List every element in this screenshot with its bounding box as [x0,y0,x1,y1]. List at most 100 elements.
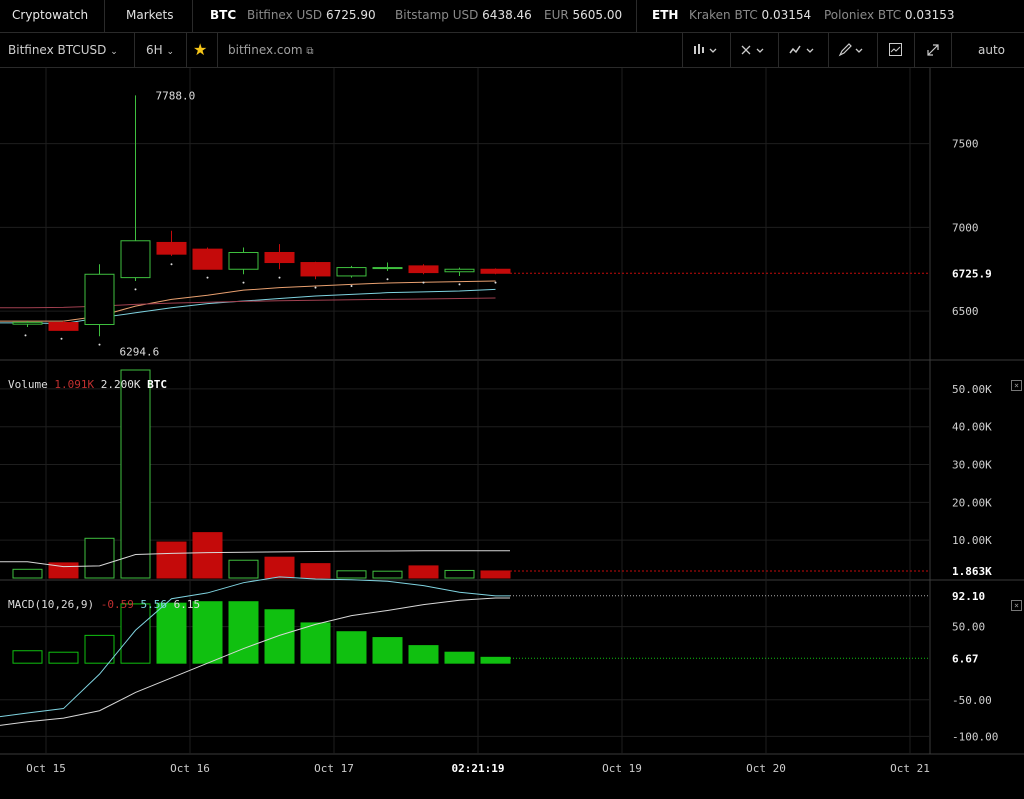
line-type-icon[interactable] [788,33,820,67]
volume-bar [264,556,295,579]
chart-grid [0,68,1024,755]
volume-bar [156,541,187,579]
market-selector[interactable]: Bitfinex BTCUSD ⌄ [8,33,118,67]
indicator-dot [458,283,461,286]
volume-tick-label: 40.00K [952,421,992,434]
candles-icon-glyph [694,44,717,54]
macd-histogram-bar [372,637,403,664]
volume-value-down: 1.091K [54,378,95,391]
pencil-icon-glyph [838,43,863,57]
candle-body [372,267,403,270]
high-label: 7788.0 [156,89,196,102]
indicator-dot [134,288,137,291]
star-icon[interactable]: ★ [193,33,207,67]
ticker-label: Poloniex BTC [824,8,902,22]
candles-icon[interactable] [692,33,722,67]
price-tick-label: 6500 [952,305,979,318]
markets-link[interactable]: Markets [126,0,174,32]
macd-histogram-bar [408,645,439,664]
volume-bar [300,563,331,579]
indicator-dot [494,281,497,284]
candle-body [120,240,151,279]
volume-title: Volume [8,378,48,391]
macd-signal-value: 6.15 [173,598,201,611]
volume-bar [336,570,367,579]
macd-histogram-bar [48,651,79,664]
period-selector[interactable]: 6H ⌄ [146,33,174,67]
pencil-icon[interactable] [838,33,868,67]
indicators-icon-glyph [741,45,764,55]
ticker-eur[interactable]: EUR 5605.00 [544,0,622,32]
expand-icon-glyph [927,44,939,56]
macd-histogram-bar [444,651,475,664]
macd-upper-label: 92.10 [952,590,985,603]
macd-last-label: 6.67 [952,652,979,665]
indicator-dot [314,286,317,289]
price-panel: 7500 7000 6500 6725.9 7788.0 6294.6 [0,89,992,359]
ticker-label: EUR [544,8,569,22]
macd-tick-label: -50.00 [952,694,992,707]
chart-area[interactable]: 7500 7000 6500 6725.9 7788.0 6294.6 50.00K 40.… [0,68,1024,799]
expand-icon[interactable] [926,33,942,67]
brand-link[interactable]: Cryptowatch [12,0,88,32]
volume-tick-label: 30.00K [952,459,992,472]
candle-body [84,273,115,326]
volume-tick-label: 10.00K [952,534,992,547]
macd-histogram-bar [12,650,43,664]
candle-body [408,265,439,274]
price-tick-label: 7500 [952,138,979,151]
ticker-value: 5605.00 [572,8,623,22]
close-icon[interactable]: × [1011,380,1022,391]
indicator-dot [350,284,353,287]
indicator-dot [386,278,389,281]
chart-toolbar: Bitfinex BTCUSD ⌄ 6H ⌄ ★ bitfinex.com ⧉ [0,33,1024,68]
exchange-link[interactable]: bitfinex.com ⧉ [228,33,314,67]
eth-label[interactable]: ETH [652,0,678,32]
macd-histogram-bar [120,603,151,664]
volume-panel: 50.00K 40.00K 30.00K 20.00K 10.00K 1.863K [0,369,992,579]
volume-bar [408,565,439,579]
candle-body [228,251,259,270]
ticker-bitfinex[interactable]: Bitfinex USD 6725.90 [247,0,376,32]
macd-histogram-bar [84,634,115,664]
indicator-dot [206,276,209,279]
cursor-time-label: 02:21:19 [452,762,505,775]
chart-box-icon[interactable] [888,33,904,67]
indicator-dot [98,343,101,346]
macd-legend: MACD(10,26,9) -0.59 5.56 6.15 [8,598,200,611]
close-icon[interactable]: × [1011,600,1022,611]
macd-histogram-bar [336,631,367,664]
volume-bar [192,532,223,579]
external-link-icon: ⧉ [306,46,314,57]
volume-tick-label: 20.00K [952,496,992,509]
btc-label[interactable]: BTC [210,0,236,32]
indicator-dot [242,281,245,284]
low-label: 6294.6 [120,346,160,359]
line-type-icon-glyph [789,45,814,54]
volume-bar [84,537,115,579]
chevron-down-icon: ⌄ [110,47,118,57]
moving-average-line [0,288,496,325]
x-tick-label: Oct 16 [170,762,210,775]
top-bar: Cryptowatch Markets BTC Bitfinex USD 672… [0,0,1024,33]
indicator-dot [60,337,63,340]
ticker-kraken[interactable]: Kraken BTC 0.03154 [689,0,811,32]
indicator-dot [422,281,425,284]
auto-scale-button[interactable]: auto [978,33,1005,67]
volume-bar [480,570,511,579]
ticker-poloniex[interactable]: Poloniex BTC 0.03153 [824,0,955,32]
candle-body [192,248,223,270]
ticker-label: Kraken BTC [689,8,758,22]
candle-body [156,241,187,255]
candle-body [264,251,295,264]
volume-bar [444,569,475,579]
candle-body [444,268,475,273]
macd-tick-label: 50.00 [952,621,985,634]
candle-body [480,268,511,274]
volume-legend: Volume 1.091K 2.200K BTC [8,378,167,391]
macd-histogram-bar [300,622,331,664]
chart-box-icon-glyph [889,43,902,56]
ticker-bitstamp[interactable]: Bitstamp USD 6438.46 [395,0,532,32]
last-volume-label: 1.863K [952,565,992,578]
indicators-icon[interactable] [740,33,770,67]
